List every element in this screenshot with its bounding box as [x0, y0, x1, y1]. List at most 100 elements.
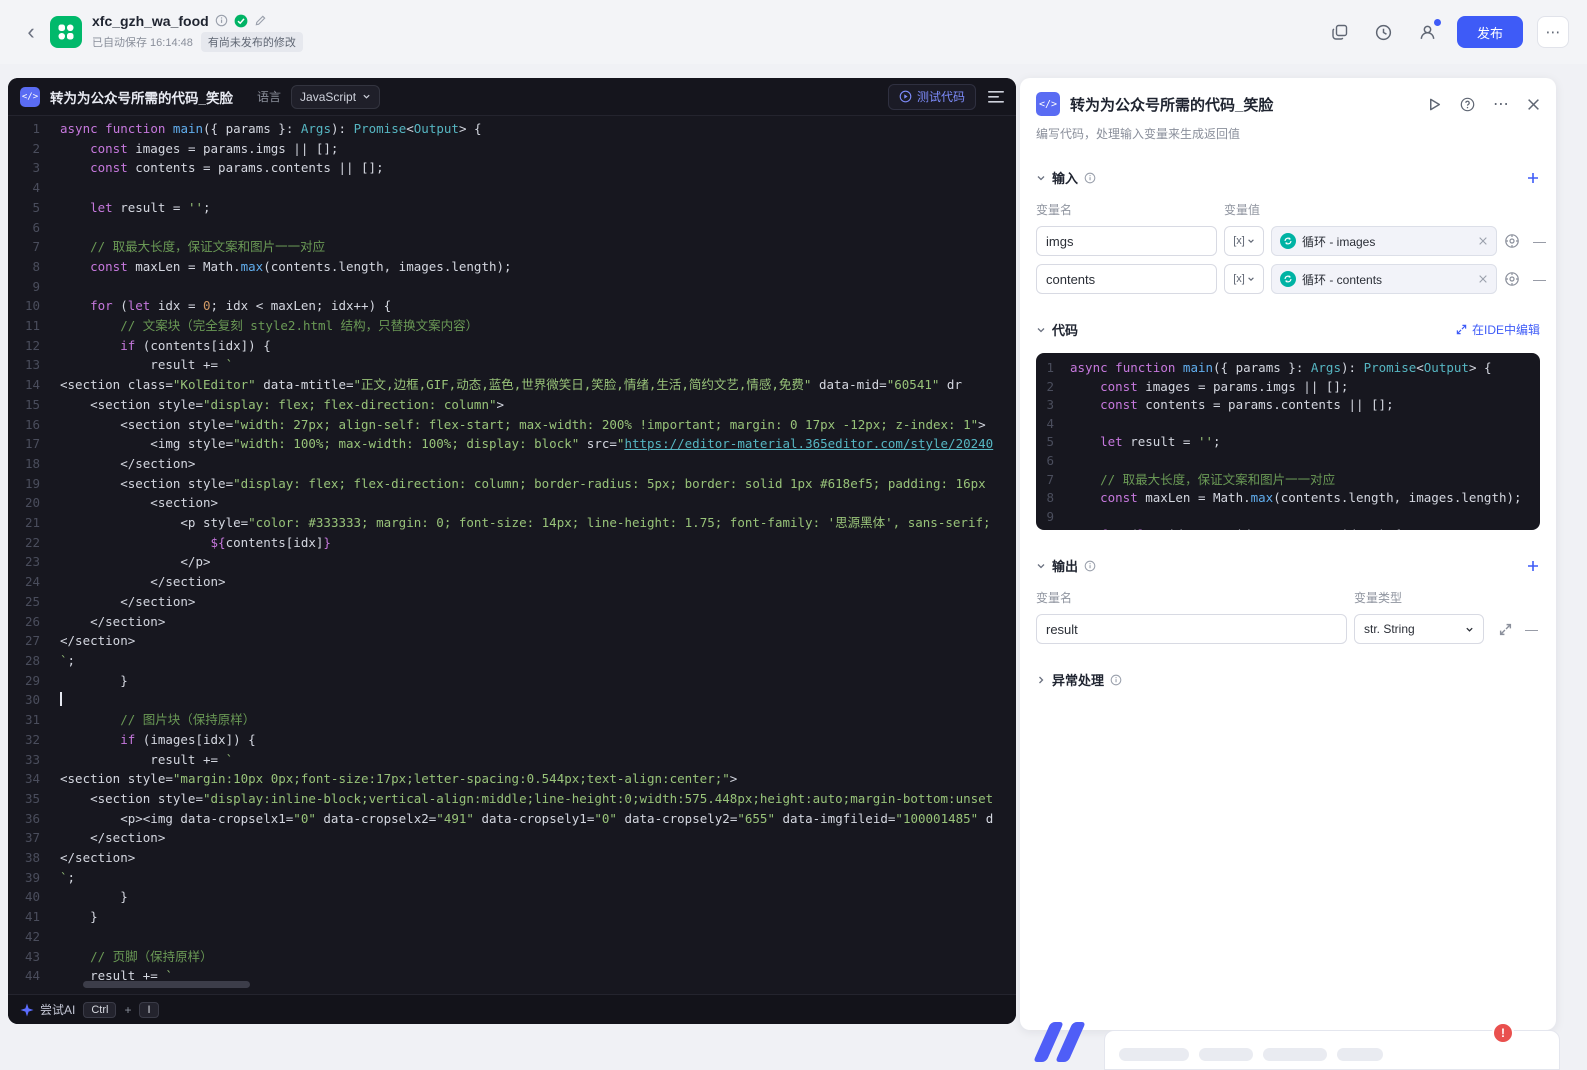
code-line: 43 // 页脚（保持原样） — [8, 947, 1016, 967]
publish-button[interactable]: 发布 — [1457, 16, 1523, 48]
autosave-status: 已自动保存 16:14:48 — [92, 34, 193, 50]
expand-output-icon[interactable] — [1499, 623, 1512, 636]
input-type-select[interactable]: [x] — [1224, 226, 1264, 256]
chevron-down-icon — [1247, 275, 1255, 283]
settings-icon[interactable] — [1504, 271, 1520, 287]
code-line: 18 </section> — [8, 454, 1016, 474]
info-icon — [1110, 674, 1122, 686]
settings-icon[interactable] — [1504, 233, 1520, 249]
output-section-header[interactable]: 输出 — [1036, 556, 1540, 575]
shortcut-plus: + — [124, 1003, 131, 1017]
input-value-reference[interactable]: 循环 - contents — [1271, 264, 1497, 294]
back-chevron-icon: ‹ — [27, 19, 34, 45]
code-line: 5 let result = ''; — [8, 198, 1016, 218]
code-line: 33 result += ` — [8, 750, 1016, 770]
panel-more-icon[interactable]: ⋯ — [1493, 94, 1509, 114]
code-line: 21 <p style="color: #333333; margin: 0; … — [8, 513, 1016, 533]
code-preview[interactable]: 1async function main({ params }: Args): … — [1036, 353, 1540, 530]
more-button[interactable]: ⋯ — [1537, 16, 1569, 48]
node-chip — [1263, 1048, 1327, 1061]
node-config-panel: </> 转为为公众号所需的代码_笑脸 ⋯ 编写代码，处理输入变量来生成返回值 输… — [1020, 78, 1556, 1030]
col-variable-name: 变量名 — [1036, 589, 1354, 606]
code-node-icon: </> — [1036, 92, 1060, 116]
ai-spark-icon — [20, 1003, 34, 1017]
output-type-label: str. String — [1364, 622, 1415, 636]
code-line: 9 — [8, 277, 1016, 297]
input-value-reference[interactable]: 循环 - images — [1271, 226, 1497, 256]
edit-icon[interactable] — [254, 14, 267, 27]
output-row: str. String — — [1036, 614, 1540, 644]
error-badge: ! — [1492, 1022, 1514, 1044]
back-button[interactable]: ‹ — [18, 19, 44, 45]
code-line: 12 if (contents[idx]) { — [8, 336, 1016, 356]
try-ai-button[interactable]: 尝试AI — [20, 1001, 75, 1018]
clear-reference-icon[interactable] — [1478, 274, 1488, 284]
chevron-down-icon — [1036, 173, 1046, 183]
add-output-button[interactable] — [1526, 559, 1540, 573]
app-logo — [50, 16, 82, 48]
code-editor-area[interactable]: 1async function main({ params }: Args): … — [8, 116, 1016, 994]
code-line: 24 </section> — [8, 572, 1016, 592]
more-icon: ⋯ — [1546, 23, 1561, 41]
input-section-header[interactable]: 输入 — [1036, 168, 1540, 187]
code-line: 8 const maxLen = Math.max(contents.lengt… — [8, 257, 1016, 277]
input-type-select[interactable]: [x] — [1224, 264, 1264, 294]
input-row: [x] 循环 - contents — — [1036, 264, 1540, 294]
exception-section-header[interactable]: 异常处理 — [1036, 670, 1540, 689]
remove-row-button[interactable]: — — [1525, 622, 1538, 637]
add-input-button[interactable] — [1526, 171, 1540, 185]
node-chip — [1199, 1048, 1253, 1061]
panel-title: 转为为公众号所需的代码_笑脸 — [1070, 94, 1417, 115]
info-icon[interactable] — [215, 14, 228, 27]
input-name-field[interactable] — [1036, 226, 1217, 256]
editor-header: </> 转为为公众号所需的代码_笑脸 语言 JavaScript 测试代码 — [8, 78, 1016, 116]
test-code-button[interactable]: 测试代码 — [888, 84, 976, 110]
run-node-icon[interactable] — [1427, 97, 1442, 112]
output-type-select[interactable]: str. String — [1354, 614, 1484, 644]
type-label: [x] — [1233, 273, 1245, 285]
code-line: 27</section> — [8, 631, 1016, 651]
language-select[interactable]: JavaScript — [291, 85, 380, 109]
collaborators-icon[interactable] — [1413, 17, 1443, 47]
remove-row-button[interactable]: — — [1533, 272, 1546, 287]
remove-row-button[interactable]: — — [1533, 234, 1546, 249]
info-icon — [1084, 560, 1096, 572]
code-line: 40 } — [8, 887, 1016, 907]
col-variable-value: 变量值 — [1224, 201, 1260, 218]
code-line: 4 — [8, 178, 1016, 198]
clear-reference-icon[interactable] — [1478, 236, 1488, 246]
history-icon[interactable] — [1369, 17, 1399, 47]
input-section-title: 输入 — [1052, 168, 1078, 187]
code-line: 15 <section style="display: flex; flex-d… — [8, 395, 1016, 415]
code-section-header[interactable]: 代码 在IDE中编辑 — [1036, 320, 1540, 339]
code-line: 42 — [8, 927, 1016, 947]
test-code-label: 测试代码 — [917, 88, 965, 105]
shortcut-key-ctrl: Ctrl — [83, 1002, 116, 1018]
reference-label: 循环 - contents — [1302, 271, 1472, 288]
unpublished-changes-badge: 有尚未发布的修改 — [201, 32, 303, 52]
outline-menu-icon[interactable] — [988, 90, 1004, 104]
info-icon — [1084, 172, 1096, 184]
code-line: 23 </p> — [8, 552, 1016, 572]
output-name-field[interactable] — [1036, 614, 1347, 644]
chevron-down-icon — [1465, 625, 1474, 634]
code-editor-panel: </> 转为为公众号所需的代码_笑脸 语言 JavaScript 测试代码 1a… — [8, 78, 1016, 1024]
edit-in-ide-label: 在IDE中编辑 — [1472, 321, 1540, 338]
app-title: xfc_gzh_wa_food — [92, 13, 209, 29]
code-line: 38</section> — [8, 848, 1016, 868]
help-icon[interactable] — [1460, 97, 1475, 112]
code-line: 28`; — [8, 651, 1016, 671]
code-line: 17 <img style="width: 100%; max-width: 1… — [8, 434, 1016, 454]
code-line: 9 — [1036, 508, 1540, 527]
language-label: 语言 — [257, 88, 281, 105]
chevron-down-icon — [1036, 325, 1046, 335]
input-name-field[interactable] — [1036, 264, 1217, 294]
output-column-labels: 变量名 变量类型 — [1036, 589, 1540, 606]
exception-section-title: 异常处理 — [1052, 670, 1104, 689]
horizontal-scrollbar[interactable] — [83, 981, 250, 988]
code-line: 3 const contents = params.contents || []… — [1036, 396, 1540, 415]
edit-in-ide-button[interactable]: 在IDE中编辑 — [1456, 321, 1540, 338]
panel-header: </> 转为为公众号所需的代码_笑脸 ⋯ — [1036, 92, 1540, 116]
close-icon[interactable] — [1527, 98, 1540, 111]
duplicate-icon[interactable] — [1325, 17, 1355, 47]
